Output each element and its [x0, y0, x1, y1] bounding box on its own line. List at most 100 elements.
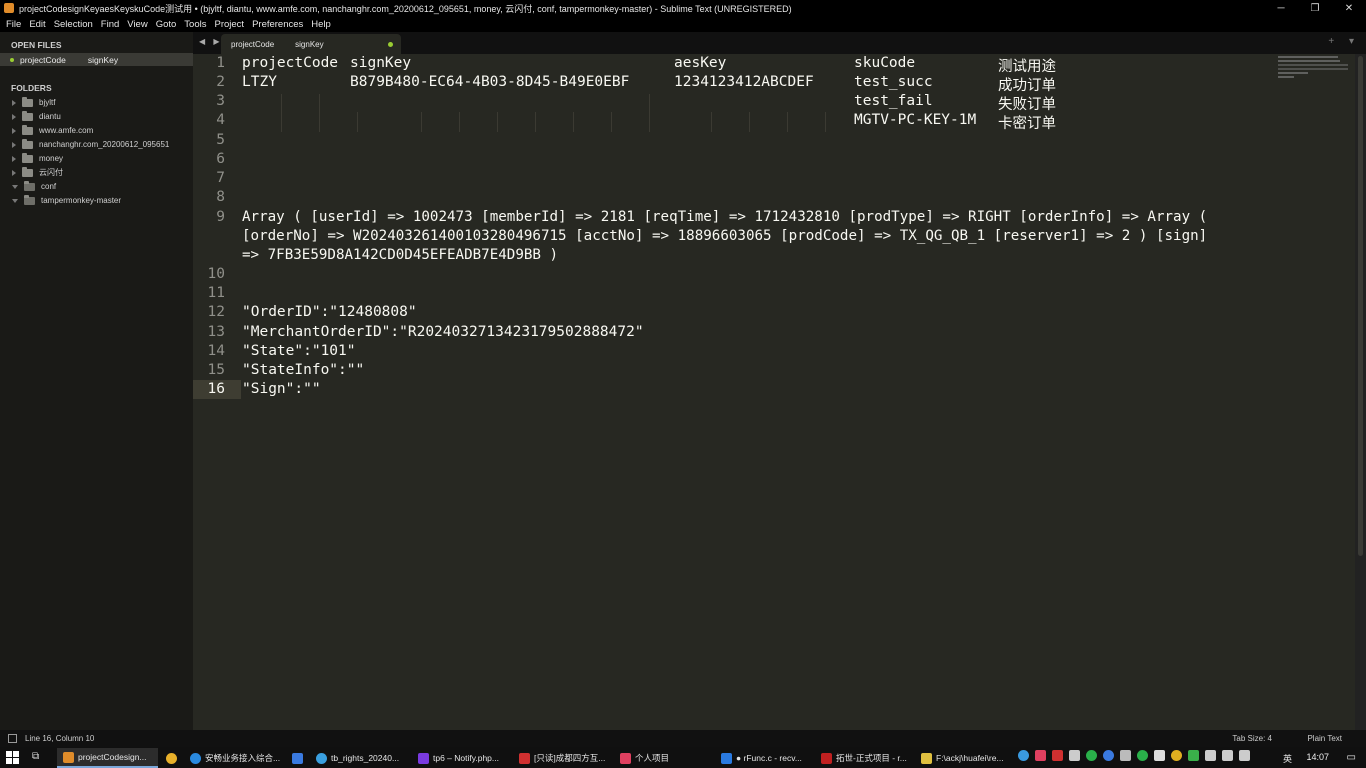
folder-item[interactable]: 云闪付: [0, 166, 193, 179]
volume-icon[interactable]: [1239, 750, 1250, 761]
clock[interactable]: 14:07: [1306, 752, 1329, 762]
tray-app-icon[interactable]: [1035, 750, 1046, 761]
taskbar-item-label: projectCodesign...: [78, 752, 147, 762]
folder-item[interactable]: tampermonkey-master: [0, 194, 193, 207]
tab-active-file[interactable]: projectCode signKey: [221, 34, 401, 54]
folder-item[interactable]: diantu: [0, 110, 193, 123]
taskbar-item[interactable]: F:\ackj\huafei\re...: [915, 748, 1015, 768]
menu-selection[interactable]: Selection: [50, 19, 97, 30]
menu-find[interactable]: Find: [97, 19, 123, 30]
folder-item[interactable]: bjyltf: [0, 96, 193, 109]
network-icon[interactable]: [1222, 750, 1233, 761]
folders-heading: FOLDERS: [11, 83, 52, 93]
windows-start-icon[interactable]: [6, 751, 19, 764]
menu-edit[interactable]: Edit: [25, 19, 49, 30]
menu-view[interactable]: View: [123, 19, 151, 30]
code-line: Array ( [userId] => 1002473 [memberId] =…: [242, 209, 1208, 225]
folder-icon: [22, 166, 33, 177]
taskbar-item[interactable]: 安畅业务接入综合...: [184, 748, 284, 768]
folder-name: bjyltf: [39, 98, 56, 107]
tray-app-icon[interactable]: [1069, 750, 1080, 761]
file-explorer-icon: [921, 752, 932, 764]
menu-goto[interactable]: Goto: [152, 19, 181, 30]
taskbar-item[interactable]: projectCodesign...: [57, 748, 158, 768]
menu-preferences[interactable]: Preferences: [248, 19, 307, 30]
tab-label-2: signKey: [295, 39, 324, 49]
taskbar-item[interactable]: 拓世-正式项目 - r...: [815, 748, 915, 768]
wechat-icon[interactable]: [1137, 750, 1148, 761]
taskbar-item-label: 拓世-正式项目 - r...: [836, 753, 907, 763]
open-file-name-2: signKey: [87, 54, 119, 65]
folder-item[interactable]: money: [0, 152, 193, 165]
collapse-arrow-icon[interactable]: [12, 198, 18, 203]
collapse-arrow-icon[interactable]: [12, 184, 18, 189]
table-cell: MGTV-PC-KEY-1M: [854, 112, 977, 128]
taskbar-item[interactable]: tp6 – Notify.php...: [412, 748, 512, 768]
tab-size-selector[interactable]: Tab Size: 4: [1232, 734, 1272, 743]
new-tab-and-dropdown-icons[interactable]: + ▾: [1328, 36, 1360, 47]
taskbar-item[interactable]: [160, 748, 184, 768]
indent-guide: [281, 94, 282, 132]
minimap[interactable]: [1276, 54, 1356, 84]
vertical-scrollbar[interactable]: [1355, 54, 1366, 730]
expand-arrow-icon[interactable]: [12, 127, 16, 134]
line-number: 2: [216, 74, 225, 90]
folder-icon: [22, 96, 33, 107]
system-tray: [1018, 750, 1256, 761]
expand-arrow-icon[interactable]: [12, 113, 16, 120]
menu-project[interactable]: Project: [210, 19, 248, 30]
menu-tools[interactable]: Tools: [180, 19, 210, 30]
line-number: 7: [216, 170, 225, 186]
notification-icon[interactable]: ▭: [1347, 752, 1356, 763]
line-number: 13: [207, 324, 225, 340]
close-button[interactable]: ✕: [1332, 0, 1366, 16]
tab-nav-arrows-icon[interactable]: ◀ ▶: [199, 37, 223, 46]
folder-item[interactable]: conf: [0, 180, 193, 193]
indent-guide: [421, 112, 422, 132]
tray-app-icon[interactable]: [1154, 750, 1165, 761]
taskbar-item[interactable]: [286, 748, 308, 768]
menu-file[interactable]: File: [2, 19, 25, 30]
security-shield-icon[interactable]: [1188, 750, 1199, 761]
line-number: 8: [216, 189, 225, 205]
taskbar-item-label: ● rFunc.c - recv...: [736, 753, 802, 763]
scrollbar-thumb[interactable]: [1358, 56, 1363, 556]
folder-name: conf: [41, 182, 57, 191]
line-number: 5: [216, 132, 225, 148]
taskbar-item[interactable]: [只读]成都四方互...: [513, 748, 613, 768]
expand-arrow-icon[interactable]: [12, 99, 16, 106]
folder-item[interactable]: www.amfe.com: [0, 124, 193, 137]
folder-icon: [22, 110, 33, 121]
tray-app-icon[interactable]: [1171, 750, 1182, 761]
unsaved-dot-icon[interactable]: [388, 42, 393, 47]
table-header-cell: projectCode: [242, 55, 339, 71]
minimize-button[interactable]: ─: [1264, 0, 1298, 16]
syntax-selector[interactable]: Plain Text: [1307, 734, 1342, 743]
task-view-icon[interactable]: ⧉: [32, 751, 46, 764]
menu-help[interactable]: Help: [307, 19, 335, 30]
bluetooth-icon[interactable]: [1103, 750, 1114, 761]
cursor-position: Line 16, Column 10: [25, 734, 95, 743]
line-number: 15: [207, 362, 225, 378]
browser-icon: [190, 752, 201, 764]
code-line-wrapped: => 7FB3E59D8A142CD0D45EFEADB7E4D9BB ): [242, 247, 559, 263]
maximize-button[interactable]: ❐: [1298, 0, 1332, 16]
expand-arrow-icon[interactable]: [12, 155, 16, 162]
taskbar-item-label: 安畅业务接入综合...: [205, 753, 281, 763]
expand-arrow-icon[interactable]: [12, 141, 16, 148]
panel-toggle-icon[interactable]: [8, 734, 17, 743]
taskbar-item[interactable]: ● rFunc.c - recv...: [715, 748, 815, 768]
folder-item[interactable]: nanchanghr.com_20200612_095651: [0, 138, 193, 151]
expand-arrow-icon[interactable]: [12, 169, 16, 176]
open-file-item[interactable]: projectCode signKey: [0, 53, 193, 66]
input-method-indicator[interactable]: 英: [1283, 752, 1292, 765]
wechat-icon[interactable]: [1086, 750, 1097, 761]
taskbar-item[interactable]: 个人项目: [614, 748, 714, 768]
tray-app-icon[interactable]: [1205, 750, 1216, 761]
onedrive-icon[interactable]: [1018, 750, 1029, 761]
open-folder-icon: [24, 194, 35, 205]
tray-app-icon[interactable]: [1052, 750, 1063, 761]
code-editor[interactable]: 1 2 3 4 5 6 7 8 9 10 11 12 13 14 15 16 p…: [193, 54, 1355, 730]
taskbar-item[interactable]: tb_rights_20240...: [310, 748, 410, 768]
tray-app-icon[interactable]: [1120, 750, 1131, 761]
